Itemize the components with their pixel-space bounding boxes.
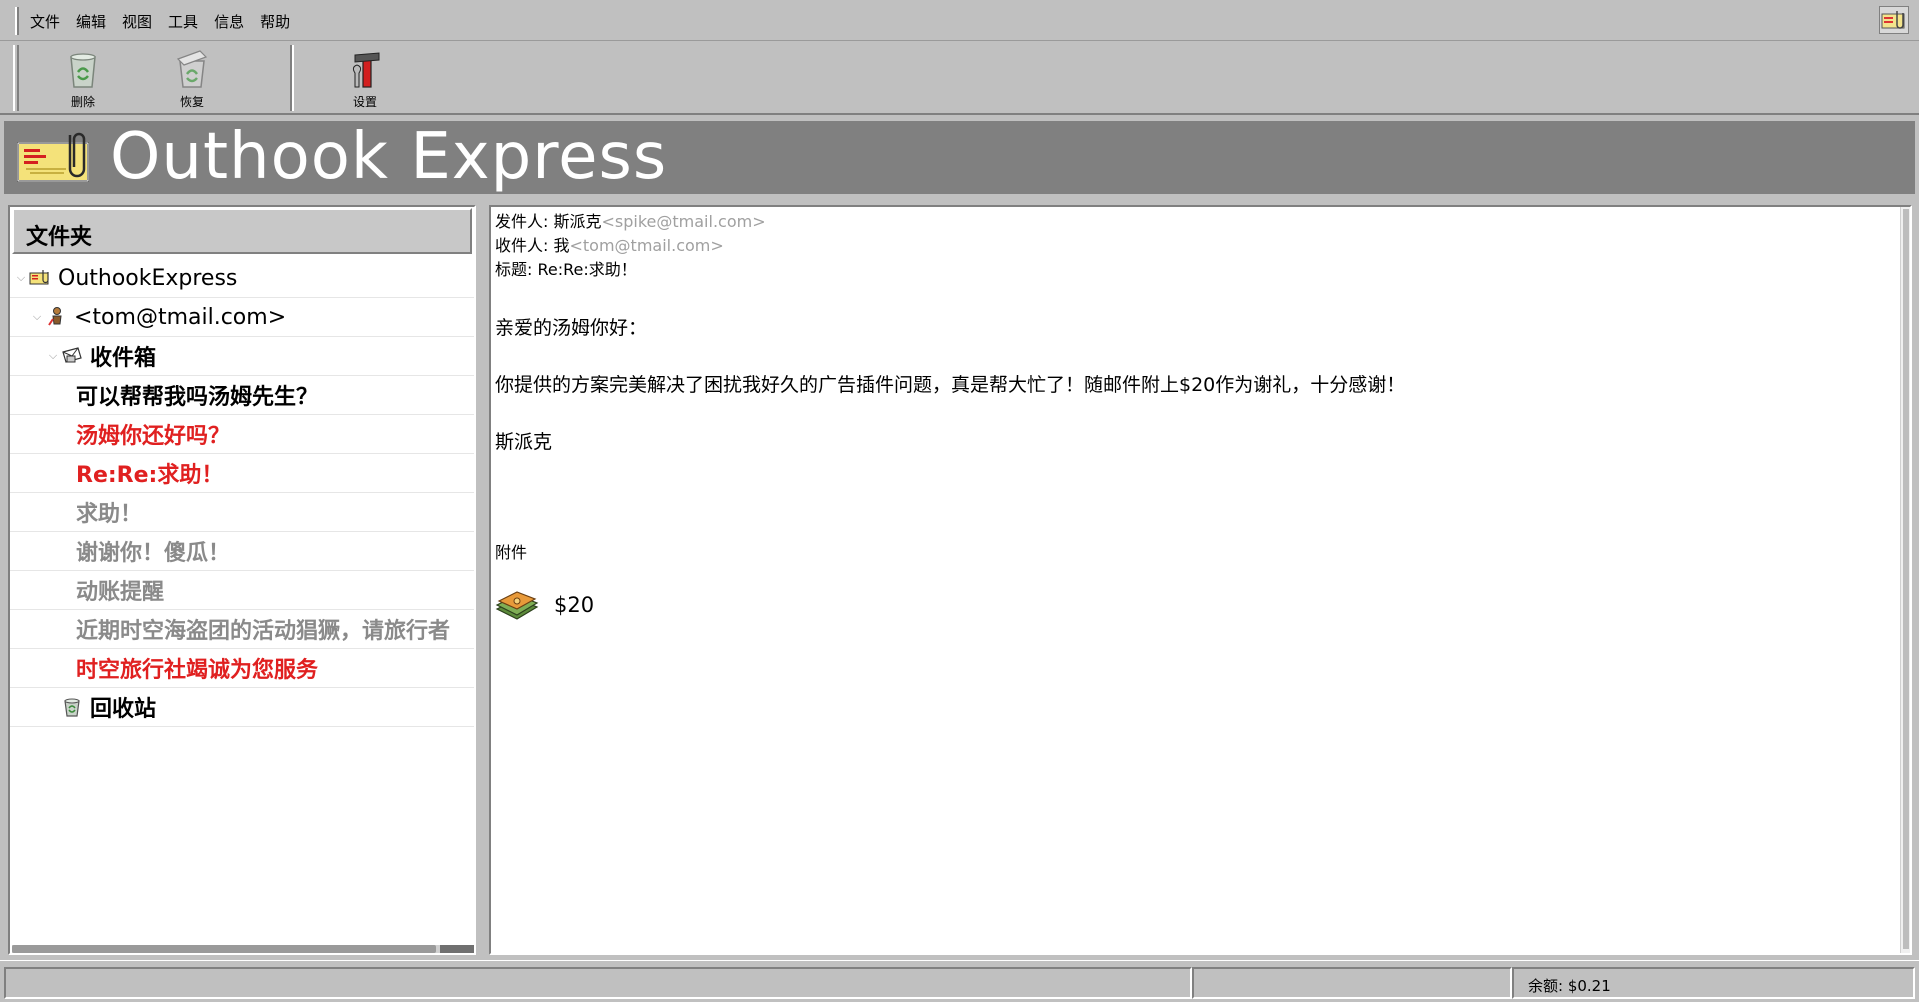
mail-logo-icon	[17, 132, 89, 182]
from-name: 斯派克	[553, 212, 602, 231]
collapse-arrow-icon[interactable]: ⌵	[30, 310, 44, 324]
to-address: <tom@tmail.com>	[569, 236, 724, 255]
from-address: <spike@tmail.com>	[601, 212, 766, 231]
status-panel-main	[4, 967, 1192, 999]
toolbar-separator	[290, 45, 294, 111]
menu-tools[interactable]: 工具	[161, 8, 207, 34]
collapse-arrow-icon[interactable]: ⌵	[46, 349, 60, 363]
to-label: 收件人:	[495, 236, 554, 255]
tree-trash-label: 回收站	[90, 697, 157, 722]
message-item[interactable]: 动账提醒	[10, 571, 474, 610]
from-label: 发件人:	[495, 212, 554, 231]
user-icon	[48, 307, 62, 326]
menu-items: 文件 编辑 视图 工具 信息 帮助	[23, 8, 299, 34]
delete-label: 删除	[70, 95, 95, 109]
folder-horizontal-scrollbar[interactable]	[12, 945, 474, 953]
recycle-bin-icon	[64, 698, 80, 717]
recycle-bin-icon	[70, 53, 96, 88]
message-item[interactable]: Re:Re:求助！	[10, 454, 474, 493]
settings-label: 设置	[352, 95, 377, 109]
scrollbar-thumb[interactable]	[12, 945, 436, 953]
collapse-arrow-icon[interactable]: ⌵	[14, 271, 28, 285]
folder-tree: ⌵ OuthookExpress ⌵ <tom@tmail.com> ⌵ 收件箱…	[10, 259, 474, 727]
scrollbar-end	[440, 945, 474, 953]
message-item[interactable]: 近期时空海盗团的活动猖獗，请旅行者	[10, 610, 474, 649]
folder-pane: 文件夹 ⌵ OuthookExpress ⌵ <tom@tmail.com> ⌵	[8, 205, 476, 955]
menu-edit[interactable]: 编辑	[69, 8, 115, 34]
mail-app-icon	[29, 270, 49, 285]
message-body: 你提供的方案完美解决了困扰我好久的广告插件问题，真是帮大忙了！随邮件附上$20作…	[495, 374, 1406, 396]
attachments-label: 附件	[495, 543, 528, 562]
toolbar-grip	[13, 45, 19, 111]
message-vertical-scrollbar[interactable]	[1900, 207, 1910, 953]
inbox-icon	[62, 347, 82, 363]
message-greeting: 亲爱的汤姆你好：	[495, 317, 648, 339]
tree-trash[interactable]: 回收站	[10, 688, 474, 727]
message-item[interactable]: 汤姆你还好吗？	[10, 415, 474, 454]
menu-file[interactable]: 文件	[23, 8, 69, 34]
attachment-name: $20	[554, 593, 595, 617]
attachment-item[interactable]: $20	[495, 587, 594, 623]
menu-help[interactable]: 帮助	[253, 8, 299, 34]
tree-account-label: <tom@tmail.com>	[74, 304, 287, 330]
menu-view[interactable]: 视图	[115, 8, 161, 34]
subject-label: 标题:	[495, 260, 538, 279]
menu-grip	[15, 7, 19, 35]
message-subject: 可以帮帮我吗汤姆先生？	[76, 385, 319, 410]
money-stack-icon	[495, 591, 539, 620]
message-subject: 时空旅行社竭诚为您服务	[76, 658, 319, 683]
menu-message[interactable]: 信息	[207, 8, 253, 34]
menu-bar: 文件 编辑 视图 工具 信息 帮助	[0, 0, 1919, 41]
subject-line: 标题: Re:Re:求助！	[495, 259, 637, 281]
restore-bin-icon	[176, 50, 208, 88]
message-subject: 动账提醒	[76, 580, 165, 605]
tree-inbox[interactable]: ⌵ 收件箱	[10, 337, 474, 376]
message-subject: 谢谢你！傻瓜！	[76, 541, 231, 566]
restore-label: 恢复	[179, 95, 204, 109]
message-subject: 汤姆你还好吗？	[76, 424, 231, 449]
settings-button[interactable]: 设置	[330, 45, 400, 111]
message-subject: 求助！	[76, 502, 143, 527]
message-item[interactable]: 可以帮帮我吗汤姆先生？	[10, 376, 474, 415]
from-line: 发件人: 斯派克<spike@tmail.com>	[495, 211, 766, 233]
tree-root-label: OuthookExpress	[58, 265, 238, 291]
status-balance: 余额: $0.21	[1512, 967, 1915, 999]
tree-account[interactable]: ⌵ <tom@tmail.com>	[10, 298, 474, 337]
folder-pane-header: 文件夹	[12, 208, 472, 254]
restore-button[interactable]: 恢复	[157, 45, 227, 111]
toolbar: 删除 恢复 设置	[0, 41, 1919, 115]
message-item[interactable]: 时空旅行社竭诚为您服务	[10, 649, 474, 688]
tree-inbox-label: 收件箱	[90, 346, 157, 371]
status-bar: 余额: $0.21	[0, 960, 1919, 1002]
message-subject: 近期时空海盗团的活动猖獗，请旅行者	[76, 619, 451, 644]
message-signature: 斯派克	[495, 431, 553, 453]
app-title: Outhook Express	[110, 120, 668, 194]
to-line: 收件人: 我<tom@tmail.com>	[495, 235, 724, 257]
to-name: 我	[553, 236, 570, 255]
tools-icon	[352, 52, 380, 88]
message-pane: 发件人: 斯派克<spike@tmail.com> 收件人: 我<tom@tma…	[489, 205, 1912, 955]
status-panel-middle	[1192, 967, 1512, 999]
app-mail-icon	[1879, 6, 1909, 34]
scrollbar-thumb[interactable]	[1903, 209, 1909, 949]
subject-value: Re:Re:求助！	[537, 260, 637, 279]
message-item[interactable]: 求助！	[10, 493, 474, 532]
tree-root[interactable]: ⌵ OuthookExpress	[10, 259, 474, 298]
message-subject: Re:Re:求助！	[76, 463, 224, 488]
message-item[interactable]: 谢谢你！傻瓜！	[10, 532, 474, 571]
app-banner: Outhook Express	[4, 121, 1915, 194]
delete-button[interactable]: 删除	[48, 45, 118, 111]
